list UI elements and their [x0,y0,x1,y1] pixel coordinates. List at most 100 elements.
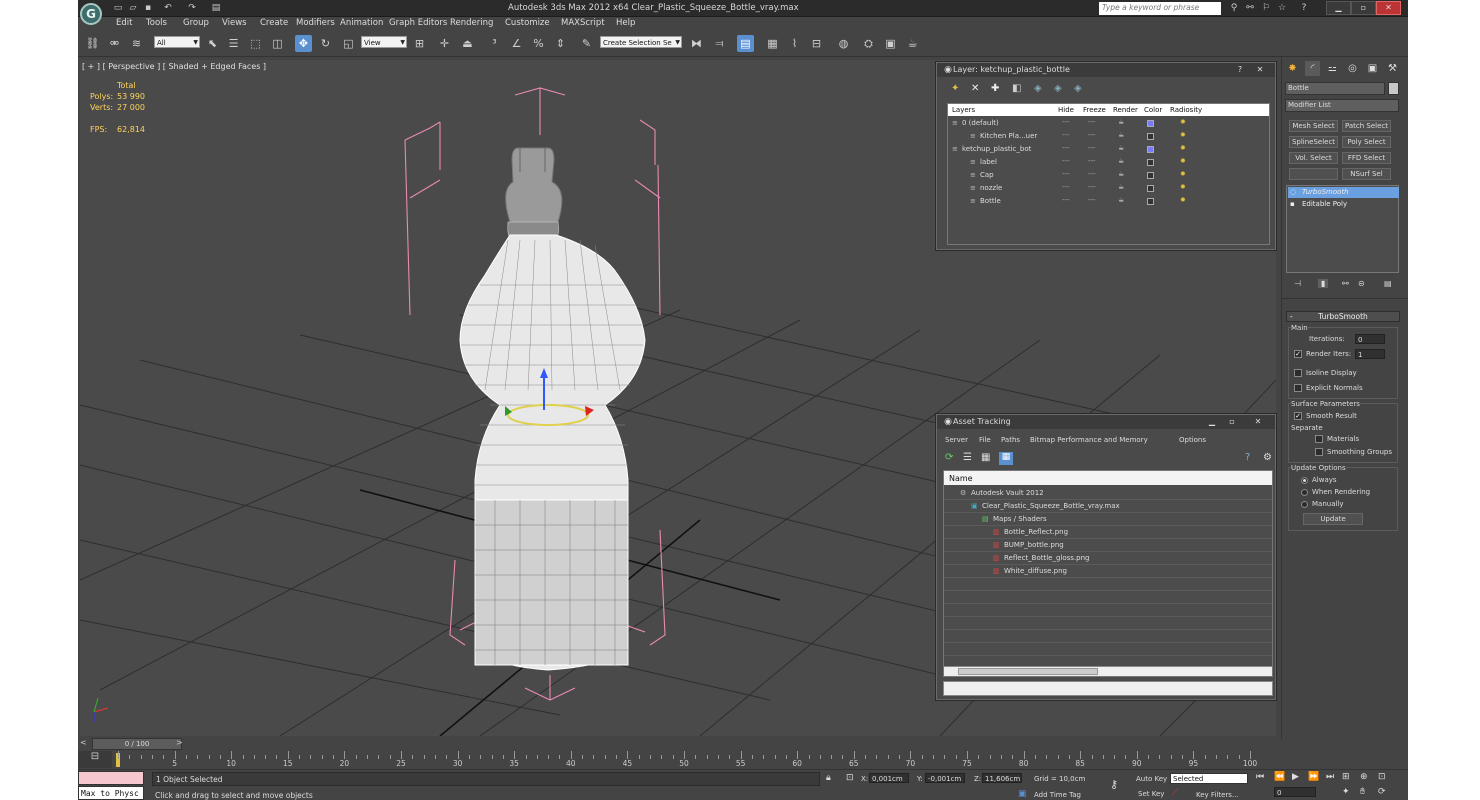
hide-toggle[interactable]: --- [1062,170,1070,178]
show-end-result-icon[interactable]: ▮ [1318,279,1329,288]
viewport-label[interactable]: [ + ] [ Perspective ] [ Shaded + Edged F… [82,62,266,71]
layer-name[interactable]: nozzle [980,184,1002,192]
unlink-icon[interactable]: ⚮ [106,35,123,52]
layer-name[interactable]: label [980,158,997,166]
rotate-icon[interactable]: ↻ [317,35,334,52]
communication-center-icon[interactable]: ⚐ [1260,2,1272,14]
mesh-select-button[interactable]: Mesh Select [1289,120,1338,132]
zoom-extents-all-icon[interactable]: ⊡ [1378,772,1386,782]
asset-name[interactable]: Bottle_Reflect.png [1004,528,1068,536]
menu-tools[interactable]: Tools [146,18,167,28]
search-input[interactable]: Type a keyword or phrase [1099,2,1221,15]
hide-toggle[interactable]: --- [1062,183,1070,191]
layer-name[interactable]: Cap [980,171,994,179]
asset-scroll-thumb[interactable] [958,668,1098,675]
ffd-select-button[interactable]: FFD Select [1342,152,1391,164]
graphite-ribbon-icon[interactable]: ▦ [764,35,781,52]
asset-settings-icon[interactable]: ⚙ [1263,452,1272,463]
layer-color-swatch[interactable] [1147,185,1154,192]
redo-icon[interactable]: ↷ [186,2,198,14]
menu-group[interactable]: Group [183,18,209,28]
pan-icon[interactable]: ✋︎ [1360,787,1365,797]
update-button[interactable]: Update [1303,513,1363,525]
asset-path-field[interactable] [943,681,1273,696]
hide-toggle[interactable]: --- [1062,157,1070,165]
undo-icon[interactable]: ↶ [162,2,174,14]
when-rendering-radio[interactable] [1301,489,1308,496]
maxscript-listener-pink[interactable] [78,771,144,785]
render-teapot-icon[interactable]: ☕ [1118,183,1124,191]
menu-graph-editors[interactable]: Graph Editors [389,18,447,28]
col-radiosity[interactable]: Radiosity [1170,106,1202,114]
maxscript-mini-listener[interactable]: Max to Physc [78,786,144,800]
render-teapot-icon[interactable]: ☕ [1118,196,1124,204]
asset-name[interactable]: BUMP_bottle.png [1004,541,1064,549]
link-icon[interactable]: ⛓ [84,35,101,52]
render-setup-icon[interactable]: ⛭ [860,35,877,52]
asset-menu-paths[interactable]: Paths [1001,436,1020,444]
poly-select-button[interactable]: Poly Select [1342,136,1391,148]
col-color[interactable]: Color [1144,106,1162,114]
bind-space-warp-icon[interactable]: ≋ [128,35,145,52]
named-selection-dropdown[interactable]: Create Selection Se [600,36,682,49]
layer-color-swatch[interactable] [1147,159,1154,166]
previous-frame-icon[interactable]: ⏪ [1274,772,1285,782]
zoom-all-icon[interactable]: ⊕ [1360,772,1368,782]
freeze-toggle[interactable]: --- [1088,118,1096,126]
asset-row[interactable] [944,591,1272,604]
asset-menu-bitmap[interactable]: Bitmap Performance and Memory [1030,436,1148,444]
object-color-swatch[interactable] [1388,82,1399,95]
layer-row[interactable]: ≡ nozzle --- --- ☕ ✹ [948,182,1206,195]
radiosity-icon[interactable]: ✹ [1180,196,1186,204]
stack-item-editable-poly[interactable]: ▪ Editable Poly [1288,199,1399,210]
hierarchy-tab-icon[interactable]: ⚍ [1325,61,1340,76]
layer-name[interactable]: ketchup_plastic_bot [962,145,1031,153]
asset-close-button[interactable]: ✕ [1251,416,1265,428]
radiosity-icon[interactable]: ✹ [1180,157,1186,165]
render-teapot-icon[interactable]: ☕ [1118,170,1124,178]
always-radio[interactable] [1301,477,1308,484]
snaps-toggle-icon[interactable]: ³ [486,35,503,52]
freeze-toggle[interactable]: --- [1088,131,1096,139]
stack-item-turbosmooth[interactable]: ◌ TurboSmooth [1288,187,1399,198]
select-manipulate-icon[interactable]: ✛ [436,35,453,52]
spinner-snap-icon[interactable]: ⇕ [552,35,569,52]
refresh-icon[interactable]: ⟳ [945,452,953,463]
pivot-center-icon[interactable]: ⊞ [411,35,428,52]
smoothing-groups-checkbox[interactable] [1315,448,1323,456]
isoline-checkbox[interactable] [1294,369,1302,377]
asset-row[interactable]: ▥ White_diffuse.png [944,565,1272,578]
minimize-button[interactable]: ▁ [1326,1,1351,15]
render-teapot-icon[interactable]: ☕ [1118,157,1124,165]
freeze-all-layers-icon[interactable]: ◈ [1074,83,1082,94]
mirror-icon[interactable]: ⧓ [688,35,705,52]
col-render[interactable]: Render [1113,106,1138,114]
col-layers[interactable]: Layers [952,106,975,114]
asset-name[interactable]: White_diffuse.png [1004,567,1067,575]
manually-radio[interactable] [1301,501,1308,508]
hide-toggle[interactable]: --- [1062,196,1070,204]
layer-row[interactable]: ≡ Cap --- --- ☕ ✹ [948,169,1206,182]
expand-icon[interactable]: ▪ [1290,199,1295,210]
iterations-spinner[interactable]: 0 [1355,334,1385,344]
radiosity-icon[interactable]: ✹ [1180,170,1186,178]
edit-named-selection-icon[interactable]: ✎ [578,35,595,52]
asset-row[interactable] [944,630,1272,643]
save-file-icon[interactable]: ▪ [142,2,154,14]
create-tab-icon[interactable]: ✸ [1285,61,1300,76]
layer-color-swatch[interactable] [1147,133,1154,140]
asset-menu-server[interactable]: Server [945,436,968,444]
remove-modifier-icon[interactable]: ⊝ [1358,279,1365,288]
list-view-icon[interactable]: ☰ [963,452,972,463]
freeze-toggle[interactable]: --- [1088,183,1096,191]
layer-color-swatch[interactable] [1147,172,1154,179]
auto-key-button[interactable]: Auto Key [1136,775,1167,783]
render-teapot-icon[interactable]: ☕ [1118,118,1124,126]
scale-icon[interactable]: ◱ [340,35,357,52]
set-key-button[interactable]: Set Key [1138,790,1164,798]
select-object-icon[interactable]: ⬉ [204,35,221,52]
modifier-list-dropdown[interactable]: Modifier List [1285,99,1399,112]
asset-horizontal-scrollbar[interactable] [944,666,1272,676]
help-icon[interactable]: ? [1298,2,1310,14]
render-teapot-icon[interactable]: ☕ [1118,131,1124,139]
